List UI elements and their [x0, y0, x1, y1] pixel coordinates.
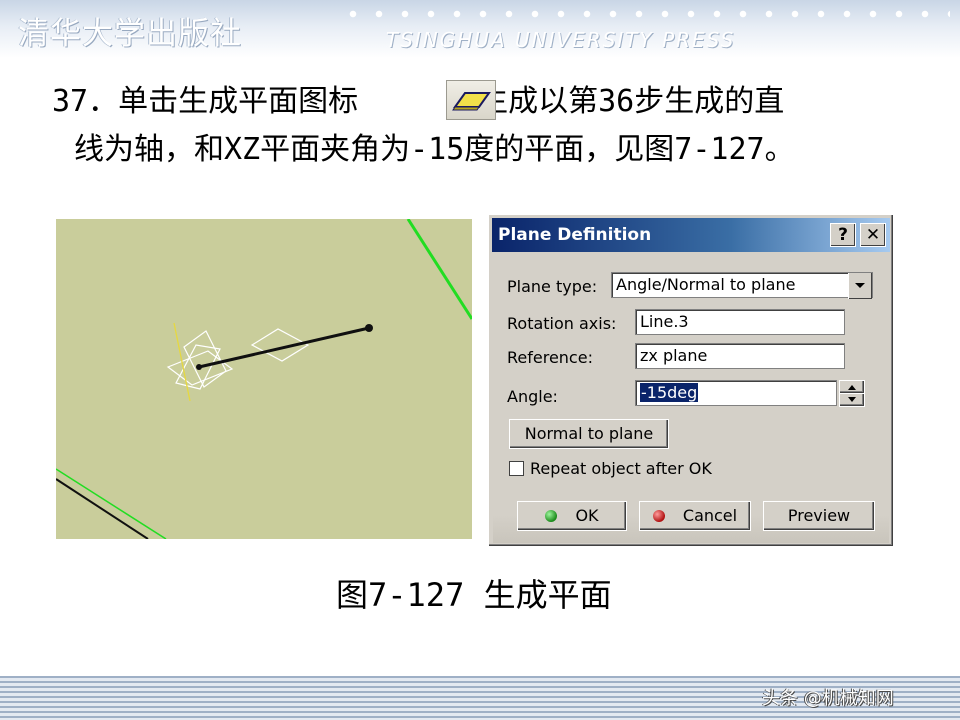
cancel-button[interactable]: Cancel — [639, 501, 751, 531]
rotation-axis-label: Rotation axis: — [507, 314, 617, 333]
instruction-line1-pre: 37．单击生成平面图标 — [52, 84, 359, 119]
angle-label: Angle: — [507, 387, 558, 406]
cancel-label: Cancel — [682, 506, 738, 525]
combo-arrow-button[interactable] — [848, 273, 872, 299]
publisher-cn: 清华大学出版社 — [18, 16, 242, 52]
dialog-title: Plane Definition — [498, 225, 652, 245]
line-start-point — [196, 364, 202, 370]
header-dots — [340, 6, 950, 22]
plane-icon[interactable] — [446, 80, 496, 120]
close-button[interactable]: ✕ — [860, 223, 886, 247]
3d-viewport[interactable] — [56, 219, 472, 539]
plane-type-label: Plane type: — [507, 277, 598, 296]
instruction-line1-post: ，生成以第36步生成的直 — [448, 84, 785, 119]
reference-field[interactable]: zx plane — [635, 343, 845, 369]
instruction-line2: 线为轴，和XZ平面夹角为-15度的平面，见图7-127。 — [74, 132, 795, 167]
ok-icon — [545, 510, 558, 522]
repeat-object-label: Repeat object after OK — [530, 459, 712, 478]
angle-spinner[interactable] — [839, 380, 865, 407]
cancel-icon — [652, 510, 665, 522]
ok-label: OK — [575, 506, 599, 525]
watermark: 头条 @机械知网 — [762, 688, 894, 709]
normal-to-plane-button[interactable]: Normal to plane — [509, 419, 669, 449]
spin-up-button[interactable] — [839, 380, 865, 394]
help-button[interactable]: ? — [830, 223, 856, 247]
plane-definition-dialog: Plane Definition ? ✕ Plane type: Angle/N… — [488, 214, 894, 547]
repeat-object-checkbox[interactable] — [509, 461, 524, 476]
dialog-title-bar[interactable]: Plane Definition ? ✕ — [492, 218, 890, 252]
reference-label: Reference: — [507, 348, 593, 367]
angle-field[interactable]: -15deg — [635, 380, 837, 406]
rotation-axis-field[interactable]: Line.3 — [635, 309, 845, 335]
chevron-down-icon — [855, 283, 865, 288]
header-banner: 清华大学出版社 TSINGHUA UNIVERSITY PRESS — [0, 0, 960, 58]
angle-value: -15deg — [640, 383, 699, 402]
line-end-point — [365, 324, 373, 332]
plane-type-combo[interactable]: Angle/Normal to plane — [611, 272, 873, 299]
repeat-object-option[interactable]: Repeat object after OK — [509, 459, 712, 478]
ok-button[interactable]: OK — [517, 501, 627, 531]
instruction-text: 37．单击生成平面图标 ，生成以第36步生成的直 线为轴，和XZ平面夹角为-15度… — [52, 78, 795, 167]
figure-caption: 图7-127 生成平面 — [336, 576, 612, 614]
spin-down-button[interactable] — [839, 393, 865, 407]
preview-button[interactable]: Preview — [763, 501, 875, 531]
plane-type-value: Angle/Normal to plane — [616, 275, 796, 294]
publisher-en: TSINGHUA UNIVERSITY PRESS — [386, 28, 736, 52]
